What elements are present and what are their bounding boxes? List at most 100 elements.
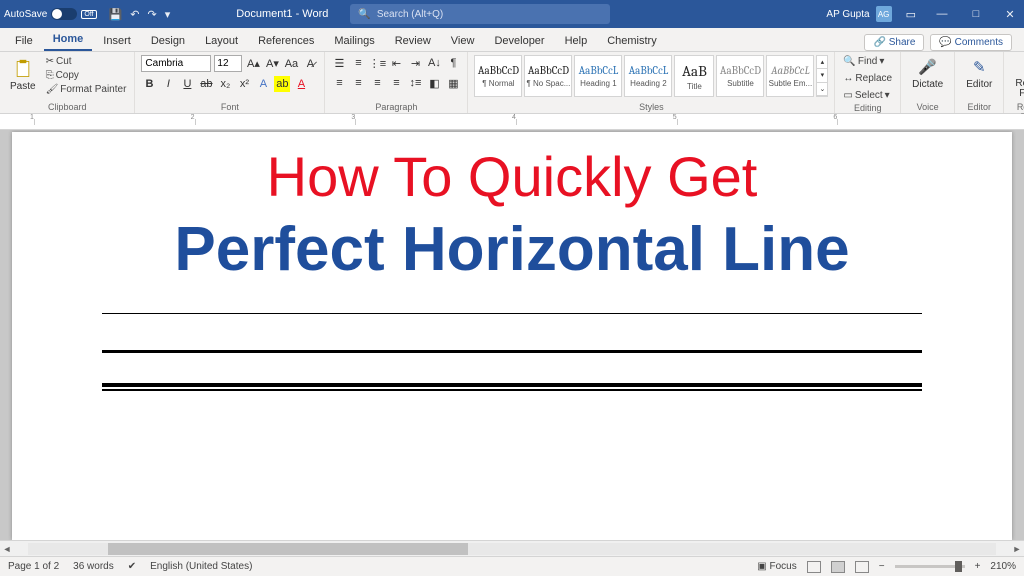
editor-button[interactable]: ✎Editor — [961, 55, 997, 92]
scroll-left-icon[interactable]: ◄ — [0, 544, 14, 554]
document-area: How To Quickly Get Perfect Horizontal Li… — [0, 130, 1024, 540]
select-button[interactable]: ▭Select ▾ — [841, 89, 891, 102]
maximize-button[interactable]: □ — [966, 8, 986, 21]
highlight-icon[interactable]: ab — [274, 76, 290, 92]
zoom-out-icon[interactable]: − — [879, 561, 885, 572]
spell-check-icon[interactable]: ✔ — [128, 561, 136, 572]
style-subtle-em[interactable]: AaBbCcLSubtle Em... — [766, 55, 814, 97]
heading-line-1[interactable]: How To Quickly Get — [42, 146, 982, 208]
horizontal-ruler[interactable]: 1 2 3 4 5 6 — [0, 114, 1024, 130]
strikethrough-button[interactable]: ab — [198, 76, 214, 92]
find-icon: 🔍 — [843, 56, 855, 67]
bullets-icon[interactable]: ☰ — [331, 55, 347, 71]
text-effects-icon[interactable]: A — [255, 76, 271, 92]
close-button[interactable]: ✕ — [1000, 8, 1020, 21]
tab-view[interactable]: View — [442, 31, 484, 51]
tab-references[interactable]: References — [249, 31, 323, 51]
zoom-knob[interactable] — [955, 561, 962, 572]
horizontal-scrollbar[interactable]: ◄ ► — [0, 540, 1024, 556]
decrease-indent-icon[interactable]: ⇤ — [388, 55, 404, 71]
tab-review[interactable]: Review — [386, 31, 440, 51]
copy-button[interactable]: ⎘Copy — [44, 69, 129, 82]
print-layout-icon[interactable] — [831, 561, 845, 573]
align-left-icon[interactable]: ≡ — [331, 75, 347, 91]
font-size-select[interactable] — [214, 55, 242, 72]
multilevel-icon[interactable]: ⋮≡ — [369, 55, 385, 71]
line-spacing-icon[interactable]: ↕≡ — [407, 75, 423, 91]
justify-icon[interactable]: ≡ — [388, 75, 404, 91]
chevron-down-icon: ▾ — [817, 69, 827, 82]
shading-icon[interactable]: ◧ — [426, 75, 442, 91]
style-title[interactable]: AaBTitle — [674, 55, 714, 97]
change-case-icon[interactable]: Aa — [283, 56, 299, 72]
focus-mode[interactable]: ▣ Focus — [757, 561, 796, 572]
bold-button[interactable]: B — [141, 76, 157, 92]
zoom-slider[interactable] — [895, 565, 965, 568]
comments-button[interactable]: 💬 Comments — [930, 34, 1012, 51]
align-center-icon[interactable]: ≡ — [350, 75, 366, 91]
superscript-button[interactable]: x² — [236, 76, 252, 92]
style-subtitle[interactable]: AaBbCcDSubtitle — [716, 55, 764, 97]
grow-font-icon[interactable]: A▴ — [245, 56, 261, 72]
horizontal-lines — [102, 313, 922, 391]
search-box[interactable]: 🔍 Search (Alt+Q) — [350, 4, 610, 24]
align-right-icon[interactable]: ≡ — [369, 75, 385, 91]
tab-file[interactable]: File — [6, 31, 42, 51]
scroll-right-icon[interactable]: ► — [1010, 544, 1024, 554]
scroll-track[interactable] — [28, 543, 996, 555]
group-label: Styles — [474, 101, 828, 112]
styles-more[interactable]: ▴▾⌄ — [816, 55, 828, 97]
read-mode-icon[interactable] — [807, 561, 821, 573]
tab-design[interactable]: Design — [142, 31, 194, 51]
style-no-spacing[interactable]: AaBbCcD¶ No Spac... — [524, 55, 572, 97]
style-normal[interactable]: AaBbCcD¶ Normal — [474, 55, 522, 97]
shrink-font-icon[interactable]: A▾ — [264, 56, 280, 72]
page-count[interactable]: Page 1 of 2 — [8, 561, 59, 572]
increase-indent-icon[interactable]: ⇥ — [407, 55, 423, 71]
show-marks-icon[interactable]: ¶ — [445, 55, 461, 71]
underline-button[interactable]: U — [179, 76, 195, 92]
numbering-icon[interactable]: ≡ — [350, 55, 366, 71]
tab-help[interactable]: Help — [556, 31, 597, 51]
save-icon[interactable]: 💾 — [109, 8, 123, 21]
tab-developer[interactable]: Developer — [485, 31, 553, 51]
tab-chemistry[interactable]: Chemistry — [598, 31, 666, 51]
italic-button[interactable]: I — [160, 76, 176, 92]
heading-line-2[interactable]: Perfect Horizontal Line — [42, 214, 982, 285]
page[interactable]: How To Quickly Get Perfect Horizontal Li… — [12, 132, 1012, 540]
font-name-select[interactable] — [141, 55, 211, 72]
word-count[interactable]: 36 words — [73, 561, 114, 572]
clear-format-icon[interactable]: A̷ — [302, 56, 318, 72]
sort-icon[interactable]: A↓ — [426, 55, 442, 71]
format-painter-button[interactable]: 🖌Format Painter — [44, 83, 129, 96]
qat-icon[interactable]: ▾ — [165, 8, 171, 21]
borders-icon[interactable]: ▦ — [445, 75, 461, 91]
find-button[interactable]: 🔍Find ▾ — [841, 55, 886, 68]
zoom-in-icon[interactable]: + — [975, 561, 981, 572]
reuse-files-button[interactable]: 🗎Reuse Files — [1010, 55, 1024, 101]
subscript-button[interactable]: x₂ — [217, 76, 233, 92]
scroll-thumb[interactable] — [108, 543, 468, 555]
minimize-button[interactable]: — — [932, 8, 952, 21]
share-button[interactable]: 🔗 Share — [864, 34, 924, 51]
web-layout-icon[interactable] — [855, 561, 869, 573]
tab-home[interactable]: Home — [44, 29, 93, 51]
font-color-icon[interactable]: A — [293, 76, 309, 92]
cut-button[interactable]: ✂Cut — [44, 55, 129, 68]
user-account[interactable]: AP Gupta AG — [826, 6, 891, 22]
toggle-off-icon[interactable] — [51, 8, 77, 20]
style-heading2[interactable]: AaBbCcLHeading 2 — [624, 55, 672, 97]
undo-icon[interactable]: ↶ — [130, 8, 139, 21]
tab-mailings[interactable]: Mailings — [325, 31, 383, 51]
dictate-button[interactable]: 🎤Dictate — [907, 55, 948, 92]
replace-button[interactable]: ↔Replace — [841, 72, 894, 85]
autosave-toggle[interactable]: AutoSave Off — [4, 8, 97, 20]
paste-button[interactable]: Paste — [6, 55, 40, 94]
zoom-level[interactable]: 210% — [990, 561, 1016, 572]
redo-icon[interactable]: ↷ — [148, 8, 157, 21]
ribbon-display-icon[interactable]: ▭ — [906, 8, 916, 21]
language[interactable]: English (United States) — [150, 561, 252, 572]
tab-layout[interactable]: Layout — [196, 31, 247, 51]
tab-insert[interactable]: Insert — [94, 31, 140, 51]
style-heading1[interactable]: AaBbCcLHeading 1 — [574, 55, 622, 97]
